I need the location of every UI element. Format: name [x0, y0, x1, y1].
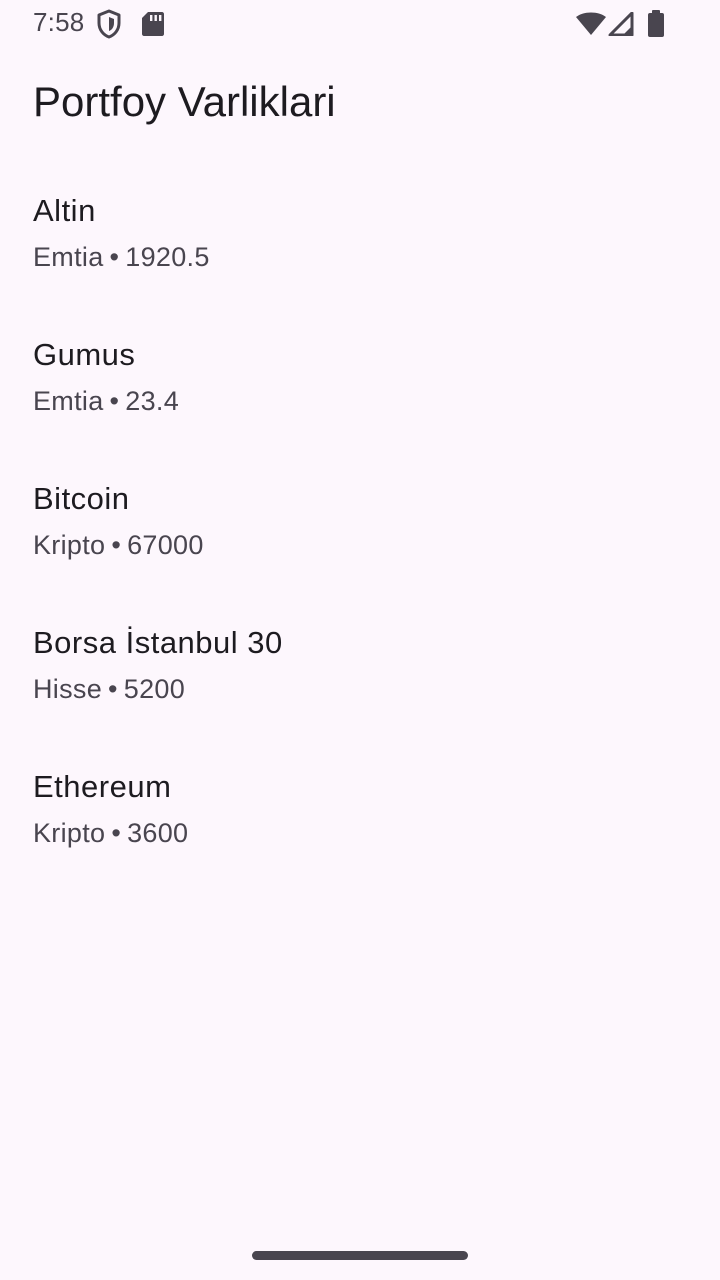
battery-icon: [647, 10, 665, 43]
asset-value: 67000: [127, 530, 204, 560]
asset-category: Kripto: [33, 818, 106, 848]
asset-category: Hisse: [33, 674, 103, 704]
asset-category: Emtia: [33, 242, 104, 272]
asset-subtitle: Emtia • 23.4: [33, 384, 179, 418]
page-title: Portfoy Varliklari: [33, 78, 336, 125]
asset-value: 23.4: [125, 386, 180, 416]
asset-value: 3600: [127, 818, 189, 848]
list-item[interactable]: Altin Emtia • 1920.5: [0, 160, 720, 304]
asset-name: Altin: [33, 193, 96, 228]
asset-name: Gumus: [33, 337, 136, 372]
separator: •: [111, 818, 122, 848]
app-bar: Portfoy Varliklari: [0, 64, 720, 144]
separator: •: [111, 530, 122, 560]
status-time: 7:58: [33, 7, 85, 37]
separator: •: [109, 386, 120, 416]
asset-name: Bitcoin: [33, 481, 130, 516]
asset-value: 5200: [123, 674, 186, 704]
separator: •: [108, 674, 118, 704]
wifi-icon: [575, 12, 607, 41]
sd-card-icon: [141, 11, 165, 42]
asset-subtitle: Emtia • 1920.5: [33, 240, 210, 274]
list-item[interactable]: Gumus Emtia • 23.4: [0, 304, 720, 448]
asset-name: Ethereum: [33, 769, 172, 804]
asset-category: Kripto: [33, 530, 106, 560]
signal-icon: [608, 11, 634, 41]
asset-subtitle: Kripto • 3600: [33, 816, 188, 850]
asset-category: Emtia: [33, 386, 104, 416]
list-item[interactable]: Bitcoin Kripto • 67000: [0, 448, 720, 592]
shield-icon: [96, 9, 122, 44]
gesture-navigation-bar[interactable]: [252, 1251, 468, 1260]
asset-subtitle: Hisse • 5200: [33, 672, 185, 706]
asset-subtitle: Kripto • 67000: [33, 528, 204, 562]
asset-value: 1920.5: [125, 242, 210, 272]
status-bar: 7:58: [0, 0, 720, 48]
asset-list: Altin Emtia • 1920.5 Gumus Emtia • 23.4 Bitc…: [0, 160, 720, 880]
list-item[interactable]: Ethereum Kripto • 3600: [0, 736, 720, 880]
asset-name: Borsa İstanbul 30: [33, 625, 283, 660]
list-item[interactable]: Borsa İstanbul 30 Hisse • 5200: [0, 592, 720, 736]
separator: •: [109, 242, 120, 272]
